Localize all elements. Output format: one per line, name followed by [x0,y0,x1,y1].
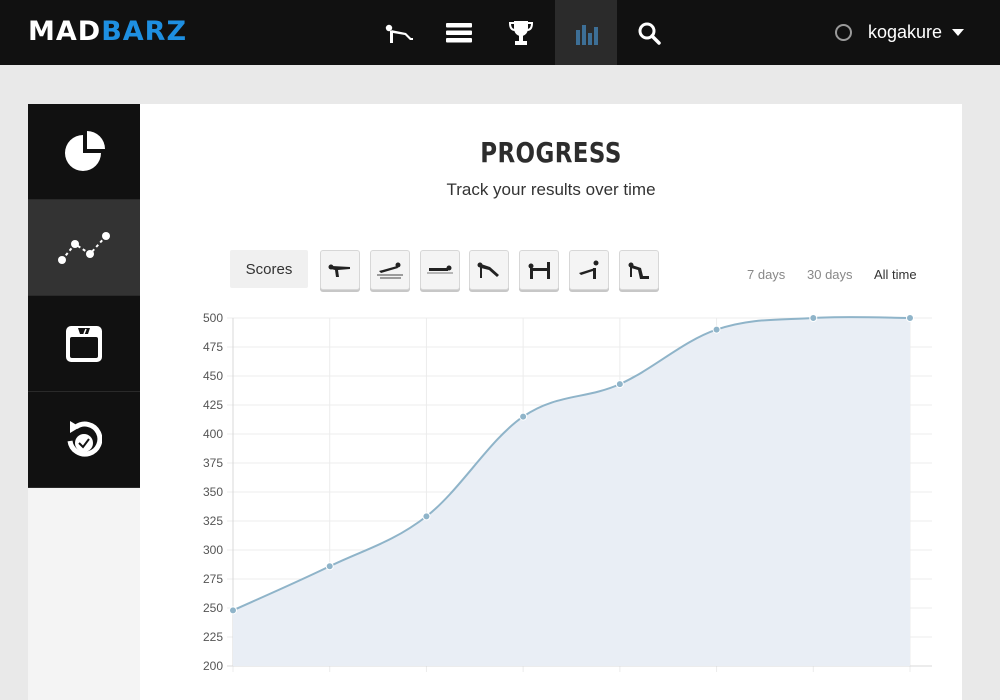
data-point[interactable] [519,412,528,421]
data-point[interactable] [229,606,237,615]
y-tick-label: 250 [203,601,223,615]
data-point[interactable] [906,314,914,322]
y-tick-label: 275 [203,572,223,586]
data-point[interactable] [325,562,334,571]
y-tick-label: 300 [203,543,223,557]
y-tick-label: 325 [203,514,223,528]
y-tick-label: 500 [203,311,223,325]
y-tick-label: 200 [203,659,223,673]
y-tick-label: 350 [203,485,223,499]
data-point[interactable] [615,380,624,389]
data-point[interactable] [422,512,431,521]
progress-chart: 200 225 250 275 300 325 350 375 400 425 450 475 500 [203,311,932,673]
data-point[interactable] [809,314,818,322]
y-tick-label: 225 [203,630,223,644]
y-tick-label: 475 [203,340,223,354]
y-tick-label: 375 [203,456,223,470]
data-point[interactable] [712,325,721,334]
y-tick-label: 450 [203,369,223,383]
y-tick-label: 400 [203,427,223,441]
y-tick-label: 425 [203,398,223,412]
